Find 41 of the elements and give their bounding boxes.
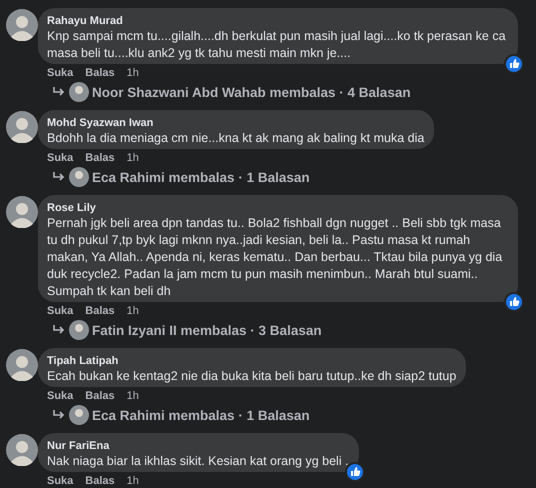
timestamp: 1h (126, 474, 139, 488)
comment-text: Bdohh la dia meniaga cm nie...kna kt ak mang ak baling kt muka dia (47, 130, 424, 147)
replies-link[interactable]: Eca Rahimi membalas · 1 Balasan (92, 408, 310, 422)
author-name[interactable]: Nur FariEna (47, 439, 349, 453)
author-name[interactable]: Mohd Syazwan Iwan (47, 116, 424, 130)
avatar-icon[interactable] (6, 196, 38, 228)
reply-link[interactable]: Balas (85, 151, 115, 165)
replies-link[interactable]: Noor Shazwani Abd Wahab membalas · 4 Balasan (92, 84, 411, 100)
like-reaction-icon[interactable] (344, 462, 365, 482)
like-link[interactable]: Suka (47, 389, 74, 403)
comment-text: Knp sampai mcm tu....gilalh....dh berkulat pun masih jual lagi....ko tk perasan ke ca masa beli tu....klu ank2 yg tk tahu mesti main mkn je.... (47, 28, 507, 62)
timestamp: 1h (126, 151, 139, 165)
avatar-icon[interactable] (69, 405, 89, 425)
like-link[interactable]: Suka (47, 151, 74, 165)
replies-link[interactable]: Fatin Izyani II membalas · 3 Balasan (92, 322, 322, 338)
avatar-icon[interactable] (6, 349, 38, 381)
avatar-icon[interactable] (69, 320, 89, 340)
avatar-icon[interactable] (6, 111, 38, 143)
author-name[interactable]: Rahayu Murad (47, 14, 508, 28)
timestamp: 1h (126, 389, 139, 403)
avatar-icon[interactable] (69, 82, 89, 102)
reply-link[interactable]: Balas (85, 304, 115, 318)
replies-link[interactable]: Eca Rahimi membalas · 1 Balasan (92, 170, 310, 184)
like-link[interactable]: Suka (47, 304, 74, 318)
like-link[interactable]: Suka (47, 474, 74, 488)
reply-link[interactable]: Balas (85, 66, 115, 80)
reply-link[interactable]: Balas (85, 389, 115, 403)
reply-link[interactable]: Balas (85, 474, 115, 488)
comment-text: Ecah bukan ke kentag2 nie dia buka kita beli baru tutup..ke dh siap2 tutup (47, 368, 456, 385)
timestamp: 1h (126, 66, 139, 80)
avatar-icon[interactable] (6, 434, 38, 466)
timestamp: 1h (126, 304, 139, 318)
avatar-icon[interactable] (69, 167, 89, 187)
author-name[interactable]: Rose Lily (47, 201, 508, 215)
comment-text: Pernah jgk beli area dpn tandas tu.. Bola2 fishball dgn nugget .. Beli sbb tgk masa tu dh pukul 7,tp byk lagi mknn nya..jadi kesian, beli la.. Pastu masa kt rumah makan, Ya Allah.. Apenda ni, keras kematu.. Dan berbau... Tktau bila punya yg dia duk recycle2. Padan la jam mcm tu pun masih menimbun.. Marah btul suami.. Sumpah tk kan beli dh (47, 215, 504, 300)
avatar-icon[interactable] (6, 9, 38, 41)
like-reaction-icon[interactable] (504, 54, 524, 74)
like-link[interactable]: Suka (47, 66, 74, 80)
author-name[interactable]: Tipah Latipah (47, 354, 456, 368)
like-reaction-icon[interactable] (504, 292, 524, 312)
comment-text: Nak niaga biar la ikhlas sikit. Kesian kat orang yg beli . (47, 453, 349, 470)
